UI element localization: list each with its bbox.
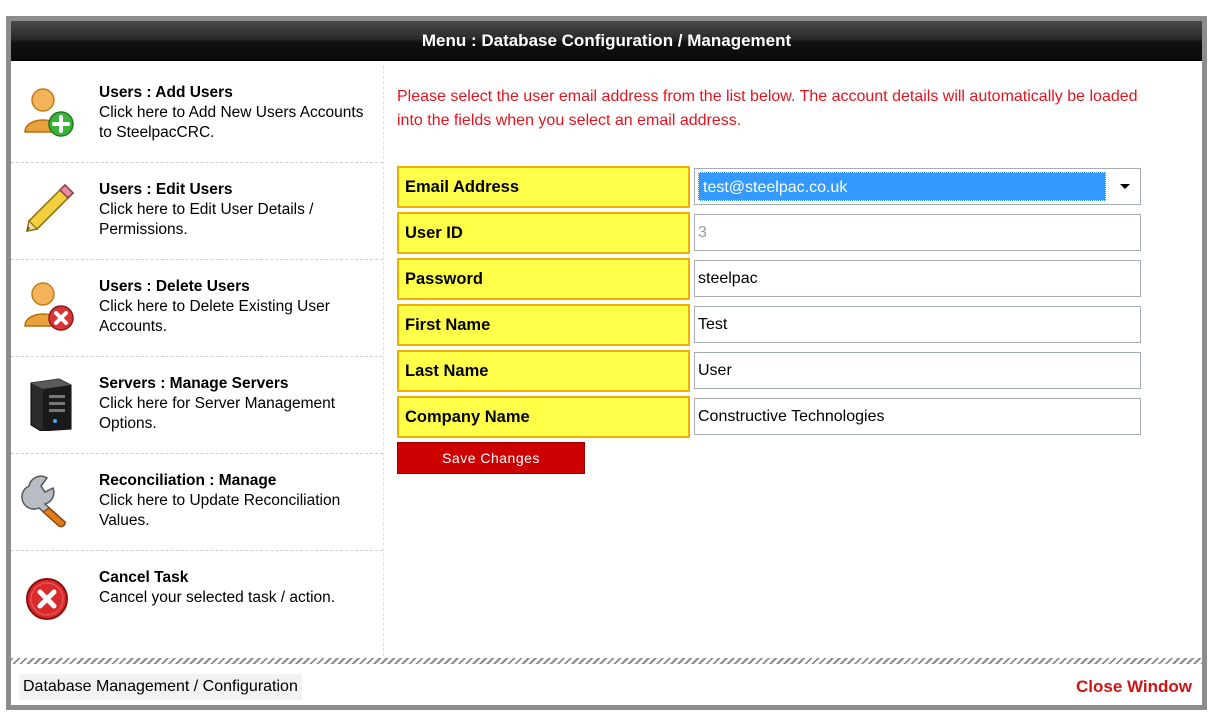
sidebar-item-title: Users : Edit Users	[99, 181, 233, 198]
last-name-field[interactable]	[694, 352, 1141, 389]
server-icon	[30, 378, 72, 431]
delete-user-icon	[24, 282, 74, 331]
form-row-password: Password	[397, 258, 1145, 304]
window-title: Menu : Database Configuration / Manageme…	[11, 21, 1202, 61]
password-field[interactable]	[694, 260, 1141, 297]
footer-divider	[11, 658, 1202, 664]
instructions-text: Please select the user email address fro…	[397, 88, 1138, 129]
form-row-last-name: Last Name	[397, 350, 1145, 396]
password-label: Password	[397, 258, 690, 300]
sidebar-item-manage-servers[interactable]: Servers : Manage Servers Click here for …	[11, 357, 383, 454]
sidebar-item-desc: Click here for Server Management Options…	[99, 395, 336, 432]
email-select[interactable]: test@steelpac.co.uk	[694, 168, 1141, 205]
company-name-field[interactable]	[694, 398, 1141, 435]
wrench-icon	[21, 475, 66, 528]
last-name-label: Last Name	[397, 350, 690, 392]
sidebar-item-desc: Click here to Add New Users Accounts to …	[99, 104, 364, 141]
sidebar-item-desc: Cancel your selected task / action.	[99, 589, 336, 606]
form-row-company: Company Name	[397, 396, 1145, 442]
sidebar-item-edit-users[interactable]: Users : Edit Users Click here to Edit Us…	[11, 163, 383, 260]
pencil-icon	[26, 183, 75, 232]
sidebar-item-title: Users : Add Users	[99, 84, 233, 101]
sidebar-item-cancel-task[interactable]: Cancel Task Cancel your selected task / …	[11, 551, 383, 651]
sidebar-item-reconciliation[interactable]: Reconciliation : Manage Click here to Up…	[11, 454, 383, 551]
email-select-value: test@steelpac.co.uk	[698, 172, 1106, 201]
sidebar-item-title: Cancel Task	[99, 569, 189, 586]
cancel-icon	[26, 578, 68, 620]
sidebar-item-add-users[interactable]: Users : Add Users Click here to Add New …	[11, 66, 383, 163]
form-row-first-name: First Name	[397, 304, 1145, 350]
email-label: Email Address	[397, 166, 690, 208]
sidebar-item-title: Reconciliation : Manage	[99, 472, 277, 489]
sidebar-divider	[383, 66, 384, 656]
sidebar-item-delete-users[interactable]: Users : Delete Users Click here to Delet…	[11, 260, 383, 357]
sidebar-item-desc: Click here to Edit User Details / Permis…	[99, 201, 314, 238]
close-window-link[interactable]: Close Window	[1076, 674, 1192, 700]
form-row-email: Email Address test@steelpac.co.uk	[397, 166, 1145, 212]
form-row-user-id: User ID	[397, 212, 1145, 258]
config-window: Menu : Database Configuration / Manageme…	[6, 16, 1207, 710]
sidebar-item-title: Servers : Manage Servers	[99, 375, 289, 392]
sidebar-item-desc: Click here to Delete Existing User Accou…	[99, 298, 330, 335]
sidebar-item-title: Users : Delete Users	[99, 278, 250, 295]
chevron-down-icon	[1120, 184, 1130, 189]
add-user-icon	[24, 88, 74, 137]
company-name-label: Company Name	[397, 396, 690, 438]
footer-label: Database Management / Configuration	[19, 674, 302, 700]
sidebar-menu: Users : Add Users Click here to Add New …	[11, 66, 383, 651]
sidebar-item-desc: Click here to Update Reconciliation Valu…	[99, 492, 341, 529]
first-name-field[interactable]	[694, 306, 1141, 343]
user-id-label: User ID	[397, 212, 690, 254]
user-id-field	[694, 214, 1141, 251]
user-edit-form: Email Address test@steelpac.co.uk User I…	[397, 166, 1145, 442]
save-changes-button[interactable]: Save Changes	[397, 442, 585, 474]
first-name-label: First Name	[397, 304, 690, 346]
